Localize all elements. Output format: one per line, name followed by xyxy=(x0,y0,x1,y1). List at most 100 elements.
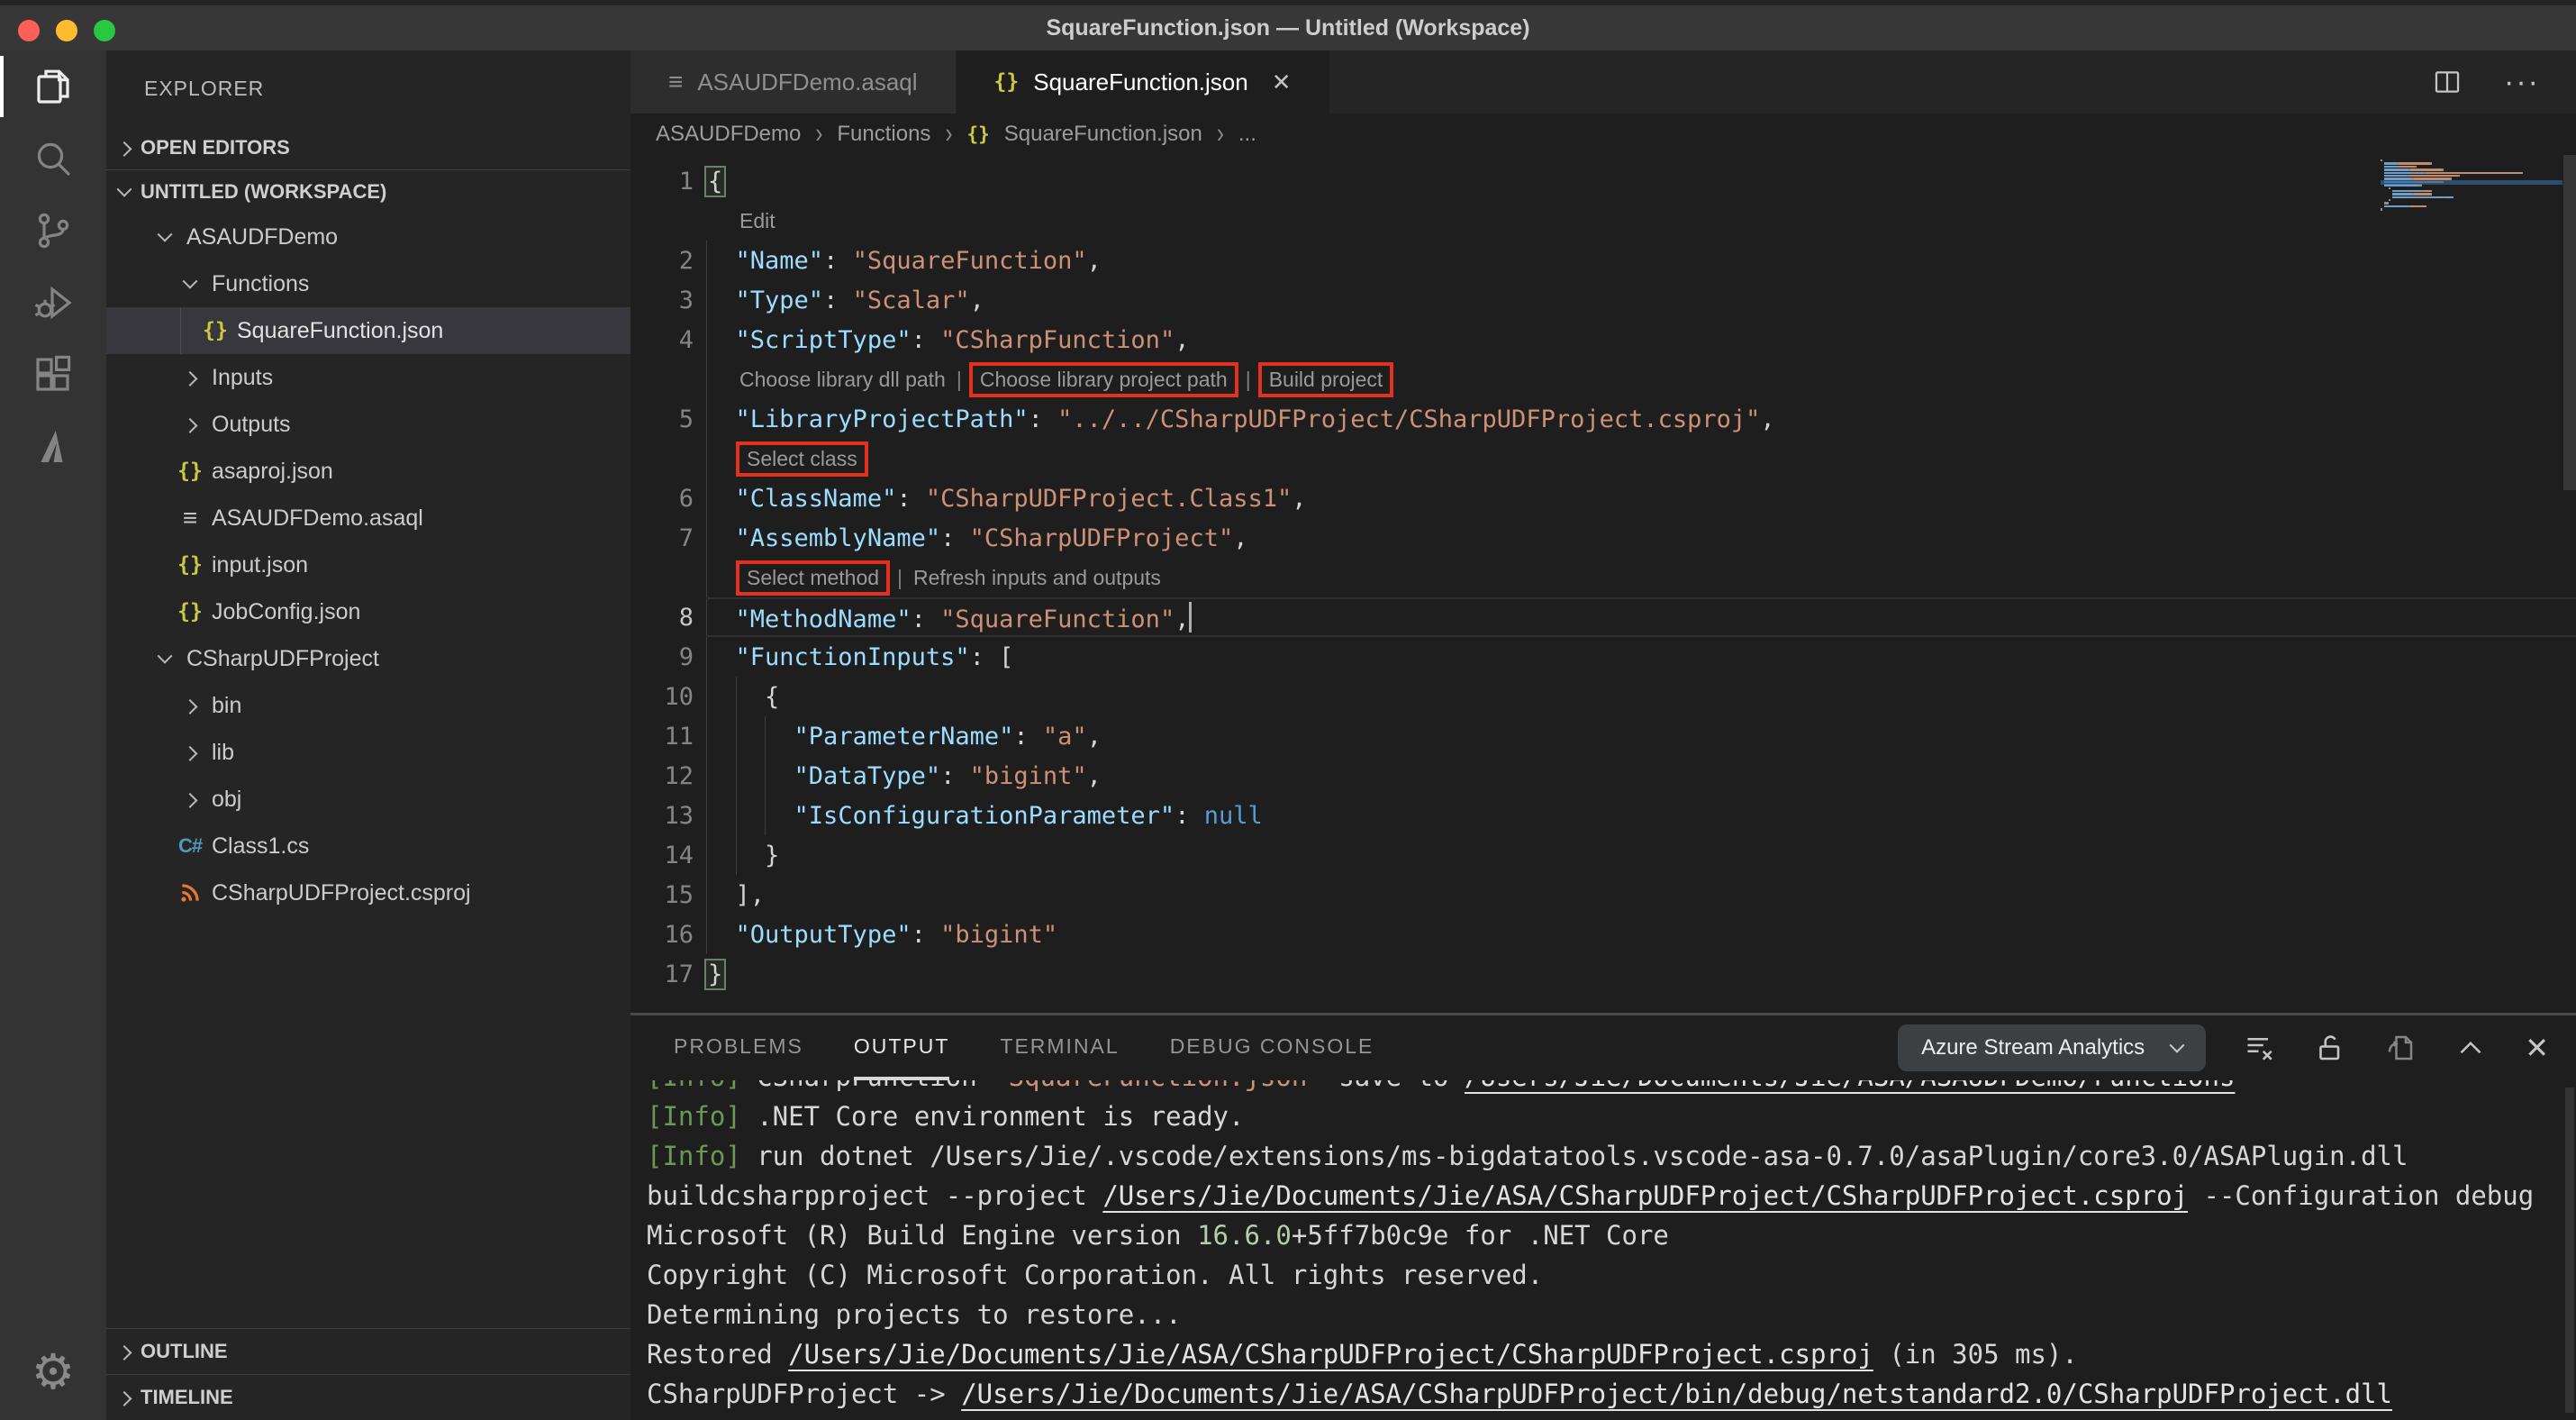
window-title: SquareFunction.json — Untitled (Workspac… xyxy=(1046,14,1530,41)
code-line-13[interactable]: 13 "IsConfigurationParameter": null xyxy=(630,796,2576,835)
extensions-icon[interactable] xyxy=(0,339,106,411)
code-line-12[interactable]: 12 "DataType": "bigint", xyxy=(630,756,2576,796)
code-line-3[interactable]: 3 "Type": "Scalar", xyxy=(630,280,2576,320)
minimap-line xyxy=(2381,159,2562,162)
run-debug-icon[interactable] xyxy=(0,267,106,339)
output-path-link[interactable]: /Users/Jie/Documents/Jie/ASA/ASAUDFDemo/… xyxy=(1465,1080,2236,1092)
code-line-16[interactable]: 16 "OutputType": "bigint" xyxy=(630,915,2576,954)
tree-item-squarefunction-json[interactable]: {} SquareFunction.json xyxy=(106,307,630,354)
code-line-5[interactable]: 5 "LibraryProjectPath": "../../CSharpUDF… xyxy=(630,399,2576,439)
output-console[interactable]: [Info] CSharpFunction 'SquareFunction.js… xyxy=(630,1080,2576,1420)
output-text: [Info] xyxy=(647,1101,757,1132)
close-icon[interactable]: ✕ xyxy=(1272,68,1292,96)
output-line-10: Build succeeded. xyxy=(647,1414,2576,1420)
codelens-link-select-class[interactable]: Select class xyxy=(736,441,868,477)
more-actions-icon[interactable]: ··· xyxy=(2504,65,2540,100)
line-number: 10 xyxy=(664,682,694,711)
codelens-link-select-method[interactable]: Select method xyxy=(736,560,891,596)
output-channel-select[interactable]: Azure Stream Analytics xyxy=(1898,1024,2207,1071)
tree-item-class1-cs[interactable]: C# Class1.cs xyxy=(106,823,630,869)
line-number: 14 xyxy=(664,841,694,869)
tree-item-csharpudfproject-csproj[interactable]: CSharpUDFProject.csproj xyxy=(106,869,630,916)
codelens-link-edit[interactable]: Edit xyxy=(736,208,779,234)
azure-icon[interactable] xyxy=(0,411,106,483)
split-editor-icon[interactable] xyxy=(2432,67,2463,97)
code-line-9[interactable]: 9 "FunctionInputs": [ xyxy=(630,637,2576,677)
explorer-icon[interactable] xyxy=(0,50,106,123)
codelens-row: Select class xyxy=(630,439,2576,478)
code-line-8[interactable]: 8 "MethodName": "SquareFunction", xyxy=(630,597,2576,637)
source-control-icon[interactable] xyxy=(0,195,106,267)
codelens-link-choose-library-dll-path[interactable]: Choose library dll path xyxy=(736,367,949,393)
settings-gear-icon[interactable]: ⚙ xyxy=(32,1335,75,1407)
code-line-11[interactable]: 11 "ParameterName": "a", xyxy=(630,716,2576,756)
tree-item-inputs[interactable]: Inputs xyxy=(106,354,630,401)
code-line-6[interactable]: 6 "ClassName": "CSharpUDFProject.Class1"… xyxy=(630,478,2576,518)
output-path-link[interactable]: /Users/Jie/Documents/Jie/ASA/CSharpUDFPr… xyxy=(961,1379,2392,1409)
timeline-label: TIMELINE xyxy=(141,1386,233,1408)
tree-item-input-json[interactable]: {} input.json xyxy=(106,542,630,588)
outline-section[interactable]: OUTLINE xyxy=(106,1329,630,1374)
tree-item-jobconfig-json[interactable]: {} JobConfig.json xyxy=(106,588,630,635)
panel-scrollbar[interactable] xyxy=(2565,1088,2574,1413)
tab-asaudfdemo-asaql[interactable]: ≡ ASAUDFDemo.asaql xyxy=(630,50,957,114)
codelens-link-refresh-inputs-and-outputs[interactable]: Refresh inputs and outputs xyxy=(910,565,1165,591)
open-log-file-icon[interactable] xyxy=(2384,1032,2417,1064)
breadcrumb-item[interactable]: ASAUDFDemo xyxy=(656,122,801,147)
code-line-14[interactable]: 14 } xyxy=(630,835,2576,875)
tree-item-bin[interactable]: bin xyxy=(106,682,630,729)
code-line-7[interactable]: 7 "AssemblyName": "CSharpUDFProject", xyxy=(630,518,2576,558)
panel-controls: Azure Stream Analytics ✕ xyxy=(1898,1024,2549,1071)
lock-scroll-icon[interactable] xyxy=(2314,1032,2346,1064)
code-line-17[interactable]: 17} xyxy=(630,954,2576,994)
codelens-link-choose-library-project-path[interactable]: Choose library project path xyxy=(968,361,1238,397)
tree-item-functions[interactable]: Functions xyxy=(106,260,630,307)
window-zoom-button[interactable] xyxy=(94,20,115,41)
output-path-link[interactable]: /Users/Jie/Documents/Jie/ASA/CSharpUDFPr… xyxy=(1102,1180,2188,1211)
output-text: Restored xyxy=(647,1339,789,1370)
open-editors-label: OPEN EDITORS xyxy=(141,136,290,159)
tree-item-lib[interactable]: lib xyxy=(106,729,630,776)
breadcrumb-item[interactable]: ... xyxy=(1238,122,1256,147)
code-line-15[interactable]: 15 ], xyxy=(630,875,2576,915)
tree-item-asaudfdemo[interactable]: ASAUDFDemo xyxy=(106,214,630,260)
code-line-2[interactable]: 2 "Name": "SquareFunction", xyxy=(630,241,2576,280)
open-editors-section[interactable]: OPEN EDITORS xyxy=(106,126,630,169)
window-close-button[interactable] xyxy=(18,20,40,41)
search-icon[interactable] xyxy=(0,123,106,195)
tab-debug-console[interactable]: DEBUG CONSOLE xyxy=(1170,1015,1374,1080)
timeline-section[interactable]: TIMELINE xyxy=(106,1375,630,1420)
line-number: 2 xyxy=(678,246,694,275)
breadcrumb-item[interactable]: Functions xyxy=(837,122,930,147)
tab-terminal[interactable]: TERMINAL xyxy=(1000,1015,1119,1080)
tab-problems[interactable]: PROBLEMS xyxy=(674,1015,803,1080)
code-line-4[interactable]: 4 "ScriptType": "CSharpFunction", xyxy=(630,320,2576,360)
workspace-root[interactable]: UNTITLED (WORKSPACE) xyxy=(106,170,630,214)
tree-item-outputs[interactable]: Outputs xyxy=(106,401,630,448)
tree-item-csharpudfproject[interactable]: CSharpUDFProject xyxy=(106,635,630,682)
window-minimize-button[interactable] xyxy=(56,20,77,41)
tree-item-asaproj-json[interactable]: {} asaproj.json xyxy=(106,448,630,495)
codelens-separator: | xyxy=(956,367,962,391)
output-path-link[interactable]: /Users/Jie/Documents/Jie/ASA/CSharpUDFPr… xyxy=(788,1339,1873,1370)
codelens-link-build-project[interactable]: Build project xyxy=(1257,361,1394,397)
tab-squarefunction-json[interactable]: {} SquareFunction.json ✕ xyxy=(956,50,1329,114)
tree-item-asaudfdemo-asaql[interactable]: ≡ ASAUDFDemo.asaql xyxy=(106,495,630,542)
code-editor[interactable]: 1{ Edit 2 "Name": "SquareFunction", 3 "Type… xyxy=(630,155,2576,1013)
chevron-right-icon xyxy=(172,370,208,387)
breadcrumb-separator: › xyxy=(945,117,953,150)
code-line-1[interactable]: 1{ xyxy=(630,161,2576,201)
output-text: [Info] xyxy=(647,1080,757,1092)
close-panel-icon[interactable]: ✕ xyxy=(2525,1031,2549,1065)
editor-scrollbar[interactable] xyxy=(2563,155,2576,490)
minimap-line xyxy=(2381,205,2562,208)
code-line-10[interactable]: 10 { xyxy=(630,677,2576,716)
maximize-panel-icon[interactable] xyxy=(2454,1032,2487,1064)
clear-output-icon[interactable] xyxy=(2244,1032,2276,1064)
chevron-right-icon xyxy=(172,698,208,715)
breadcrumb-item[interactable]: SquareFunction.json xyxy=(1004,122,1202,147)
outline-label: OUTLINE xyxy=(141,1340,228,1362)
tree-item-obj[interactable]: obj xyxy=(106,776,630,823)
tab-output[interactable]: OUTPUT xyxy=(853,1015,950,1080)
minimap[interactable] xyxy=(2381,159,2562,212)
